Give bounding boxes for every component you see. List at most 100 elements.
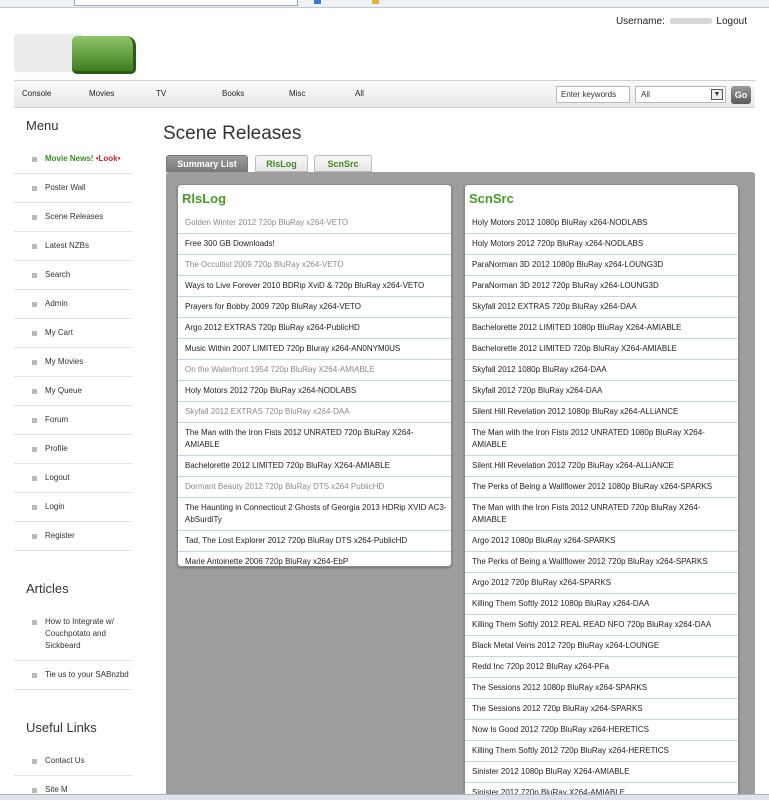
menu-heading: Menu	[26, 118, 59, 133]
release-link[interactable]: The Sessions 2012 1080p BluRay x264-SPAR…	[465, 678, 738, 699]
bullet-icon	[32, 331, 37, 336]
release-link[interactable]: Holy Motors 2012 1080p BluRay x264-NODLA…	[465, 213, 738, 234]
release-link[interactable]: Bachelorette 2012 LIMITED 1080p BluRay X…	[465, 318, 738, 339]
nav-console[interactable]: Console	[22, 89, 51, 98]
chevron-down-icon[interactable]: ▼	[711, 89, 723, 100]
sidebar-item-label: Scene Releases	[45, 212, 104, 221]
release-link[interactable]: Dormant Beauty 2012 720p BluRay DTS x264…	[178, 477, 451, 498]
release-link[interactable]: Holy Motors 2012 720p BluRay x264-NODLAB…	[178, 381, 451, 402]
tab-summary-list[interactable]: Summary List	[166, 155, 248, 172]
bullet-icon	[32, 302, 37, 307]
release-link[interactable]: Tad, The Lost Explorer 2012 720p BluRay …	[178, 531, 451, 552]
nav-tv[interactable]: TV	[156, 89, 166, 98]
release-link[interactable]: Redd Inc 720p 2012 BluRay x264-PFa	[465, 657, 738, 678]
release-link[interactable]: Free 300 GB Downloads!	[178, 234, 451, 255]
go-button[interactable]: Go	[731, 86, 751, 104]
release-link[interactable]: Music Within 2007 LIMITED 720p Bluray x2…	[178, 339, 451, 360]
articles-list: How to Integrate w/ Couchpotato and Sick…	[14, 608, 132, 690]
logout-link[interactable]: Logout	[716, 16, 747, 27]
tab-scnsrc[interactable]: ScnSrc	[314, 155, 372, 172]
sidebar-item-logout[interactable]: Logout	[14, 464, 132, 493]
sidebar-item-label: Poster Wall	[45, 183, 86, 192]
useful-links-heading: Useful Links	[26, 720, 97, 735]
category-select-value: All	[641, 90, 650, 99]
sidebar-item-my-cart[interactable]: My Cart	[14, 319, 132, 348]
rlslog-list: Golden Winter 2012 720p BluRay x264-VETO…	[178, 213, 451, 572]
release-link[interactable]: ParaNorman 3D 2012 1080p BluRay x264-LOU…	[465, 255, 738, 276]
sidebar-item-label: My Cart	[45, 328, 73, 337]
release-link[interactable]: The Man with the Iron Fists 2012 UNRATED…	[465, 423, 738, 456]
release-link[interactable]: Ways to Live Forever 2010 BDRip XviD & 7…	[178, 276, 451, 297]
release-link[interactable]: Black Metal Veins 2012 720p BluRay x264-…	[465, 636, 738, 657]
bullet-icon	[32, 215, 37, 220]
release-link[interactable]: Holy Motors 2012 720p BluRay x264-NODLAB…	[465, 234, 738, 255]
nav-movies[interactable]: Movies	[89, 89, 114, 98]
sidebar-item-latest-nzbs[interactable]: Latest NZBs	[14, 232, 132, 261]
search-engine-icon	[314, 0, 321, 4]
release-link[interactable]: Silent Hill Revelation 2012 720p BluRay …	[465, 456, 738, 477]
release-link[interactable]: Bachelorette 2012 LIMITED 720p BluRay X2…	[178, 456, 451, 477]
sidebar-item-poster-wall[interactable]: Poster Wall	[14, 174, 132, 203]
article-item[interactable]: How to Integrate w/ Couchpotato and Sick…	[14, 608, 132, 661]
nav-books[interactable]: Books	[222, 89, 244, 98]
release-link[interactable]: Killing Them Softly 2012 1080p BluRay x2…	[465, 594, 738, 615]
release-link[interactable]: The Sessions 2012 720p BluRay x264-SPARK…	[465, 699, 738, 720]
bullet-icon	[32, 505, 37, 510]
bullet-icon	[32, 534, 37, 539]
link-item[interactable]: Contact Us	[14, 747, 132, 776]
link-label: Contact Us	[45, 756, 85, 765]
release-link[interactable]: Skyfall 2012 EXTRAS 720p BluRay x264-DAA	[178, 402, 451, 423]
sidebar-item-search[interactable]: Search	[14, 261, 132, 290]
release-link[interactable]: Prayers for Bobby 2009 720p BluRay x264-…	[178, 297, 451, 318]
sidebar-item-label: Movie News!	[45, 154, 94, 163]
release-link[interactable]: Now Is Good 2012 720p BluRay x264-HERETI…	[465, 720, 738, 741]
keyword-search-input[interactable]: Enter keywords	[556, 86, 630, 103]
page-title: Scene Releases	[163, 123, 302, 144]
release-link[interactable]: Argo 2012 720p BluRay x264-SPARKS	[465, 573, 738, 594]
sidebar-item-my-movies[interactable]: My Movies	[14, 348, 132, 377]
release-link[interactable]: The Perks of Being a Wallflower 2012 720…	[465, 552, 738, 573]
release-link[interactable]: The Perks of Being a Wallflower 2012 108…	[465, 477, 738, 498]
bullet-icon	[32, 476, 37, 481]
release-link[interactable]: Skyfall 2012 720p BluRay x264-DAA	[465, 381, 738, 402]
tab-rlslog[interactable]: RlsLog	[255, 155, 308, 172]
menu-list: Movie News! •Look• Poster Wall Scene Rel…	[14, 145, 132, 551]
release-link[interactable]: The Man with the Iron Fists 2012 UNRATED…	[465, 498, 738, 531]
category-select[interactable]: All ▼	[635, 86, 726, 103]
release-link[interactable]: ParaNorman 3D 2012 720p BluRay x264-LOUN…	[465, 276, 738, 297]
release-link[interactable]: The Haunting in Connecticut 2 Ghosts of …	[178, 498, 451, 531]
sidebar-item-login[interactable]: Login	[14, 493, 132, 522]
bookmark-icon	[372, 0, 379, 4]
sidebar-item-movie-news[interactable]: Movie News! •Look•	[14, 145, 132, 174]
sidebar-item-forum[interactable]: Forum	[14, 406, 132, 435]
sidebar-item-my-queue[interactable]: My Queue	[14, 377, 132, 406]
release-link[interactable]: Skyfall 2012 EXTRAS 720p BluRay x264-DAA	[465, 297, 738, 318]
sidebar-item-register[interactable]: Register	[14, 522, 132, 551]
sidebar-item-label: Profile	[45, 444, 68, 453]
release-link[interactable]: The Occultist 2009 720p BluRay x264-VETO	[178, 255, 451, 276]
logo-badge	[72, 36, 136, 74]
bullet-icon	[32, 157, 37, 162]
sidebar-item-label: Logout	[45, 473, 70, 482]
release-link[interactable]: Killing Them Softly 2012 720p BluRay x26…	[465, 741, 738, 762]
site-logo[interactable]	[14, 32, 136, 76]
sidebar-item-profile[interactable]: Profile	[14, 435, 132, 464]
release-link[interactable]: Silent Hill Revelation 2012 1080p BluRay…	[465, 402, 738, 423]
nav-misc[interactable]: Misc	[289, 89, 305, 98]
nav-all[interactable]: All	[355, 89, 364, 98]
sidebar-item-label: Search	[45, 270, 71, 279]
sidebar-item-scene-releases[interactable]: Scene Releases	[14, 203, 132, 232]
release-link[interactable]: Golden Winter 2012 720p BluRay x264-VETO	[178, 213, 451, 234]
article-item[interactable]: Tie us to your SABnzbd	[14, 661, 132, 690]
release-link[interactable]: Marie Antoinette 2006 720p BluRay x264-E…	[178, 552, 451, 572]
release-link[interactable]: Sinister 2012 1080p BluRay X264-AMIABLE	[465, 762, 738, 783]
release-link[interactable]: Argo 2012 EXTRAS 720p BluRay x264-Public…	[178, 318, 451, 339]
release-link[interactable]: Bachelorette 2012 LIMITED 720p BluRay X2…	[465, 339, 738, 360]
release-link[interactable]: Killing Them Softly 2012 REAL READ NFO 7…	[465, 615, 738, 636]
browser-search-input[interactable]	[74, 0, 298, 6]
release-link[interactable]: On the Waterfront 1954 720p BluRay X264-…	[178, 360, 451, 381]
release-link[interactable]: Skyfall 2012 1080p BluRay x264-DAA	[465, 360, 738, 381]
release-link[interactable]: Argo 2012 1080p BluRay x264-SPARKS	[465, 531, 738, 552]
release-link[interactable]: The Man with the Iron Fists 2012 UNRATED…	[178, 423, 451, 456]
sidebar-item-admin[interactable]: Admin	[14, 290, 132, 319]
